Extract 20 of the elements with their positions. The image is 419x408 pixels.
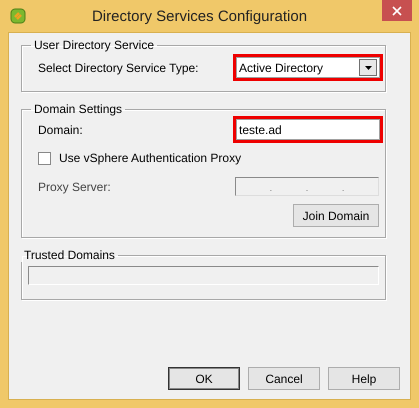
join-domain-button[interactable]: Join Domain — [293, 204, 379, 227]
proxy-checkbox[interactable] — [38, 152, 51, 164]
dialog-button[interactable]: Cancel — [248, 367, 320, 390]
close-icon — [392, 6, 402, 16]
dialog-button[interactable]: Help — [328, 367, 400, 390]
close-button[interactable] — [382, 0, 412, 21]
trusted-domains-list[interactable] — [28, 266, 379, 285]
group-title: Trusted Domains — [23, 248, 116, 262]
dropdown-arrow-icon — [364, 66, 372, 70]
service-type-label: Select Directory Service Type: — [38, 60, 199, 74]
window-title: Directory Services Configuration — [92, 8, 308, 24]
domain-field[interactable]: teste.ad — [233, 116, 383, 143]
proxy-server-label: Proxy Server: — [38, 180, 111, 194]
dialog-button[interactable]: OK — [168, 367, 240, 390]
service-type-dropdown[interactable]: Active Directory — [233, 54, 383, 81]
app-icon — [10, 8, 26, 24]
proxy-checkbox-label: Use vSphere Authentication Proxy — [59, 151, 242, 165]
domain-label: Domain: — [38, 122, 83, 136]
group-title: User Directory Service — [33, 38, 156, 52]
group-title: Domain Settings — [33, 102, 124, 116]
